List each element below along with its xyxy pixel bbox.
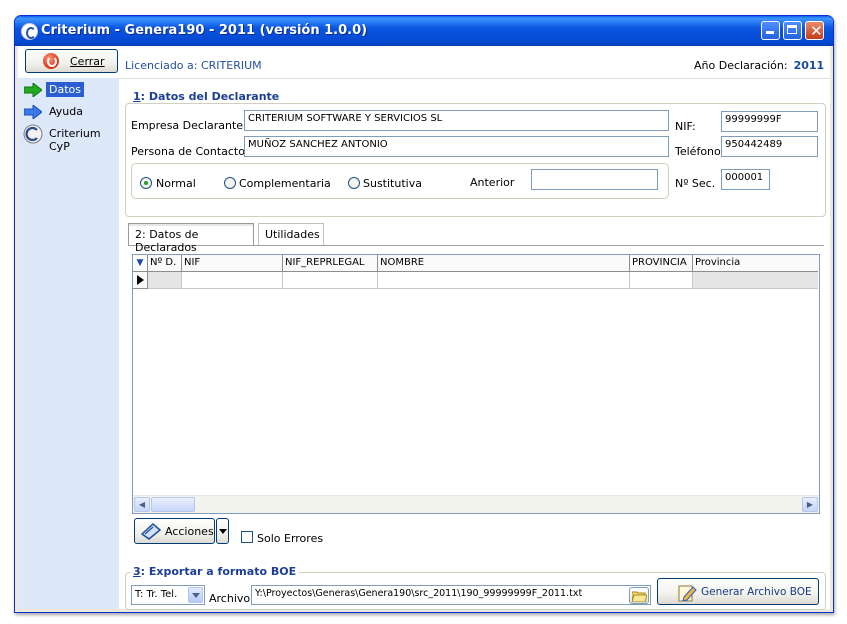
anterior-field[interactable] xyxy=(531,169,658,190)
solo-errores-label: Solo Errores xyxy=(257,532,324,545)
scroll-right-button[interactable]: ▶ xyxy=(802,497,818,512)
solo-errores-checkbox[interactable] xyxy=(241,531,253,543)
nif-field[interactable]: 99999999F xyxy=(721,111,818,132)
grid-header-nif-reprlegal[interactable]: NIF_REPRLEGAL xyxy=(283,255,378,272)
radio-normal[interactable] xyxy=(140,177,152,189)
sidebar-item-datos[interactable]: Datos xyxy=(18,80,119,100)
cerrar-button[interactable]: Cerrar xyxy=(25,49,118,73)
blue-arrow-icon xyxy=(24,105,42,119)
radio-sustitutiva-label: Sustitutiva xyxy=(363,177,422,190)
close-icon: ✕ xyxy=(810,22,823,40)
grid-header-nd[interactable]: Nº D. xyxy=(148,255,182,272)
grid-header-nif[interactable]: NIF xyxy=(182,255,283,272)
grid-header-nombre[interactable]: NOMBRE xyxy=(378,255,630,272)
grid-cell[interactable] xyxy=(630,272,693,289)
maximize-icon xyxy=(787,25,797,34)
cerrar-label: Cerrar xyxy=(70,55,105,68)
declarante-group-title: 1: Datos del Declarante xyxy=(130,90,283,103)
sidebar-item-ayuda[interactable]: Ayuda xyxy=(18,102,119,122)
app-icon[interactable] xyxy=(21,23,38,40)
export-type-value: T: Tr. Tel. xyxy=(135,589,178,600)
green-arrow-icon xyxy=(24,83,42,97)
acciones-label: Acciones xyxy=(165,525,214,538)
chevron-down-icon xyxy=(219,529,227,534)
telefono-label: Teléfono: xyxy=(675,145,725,158)
radio-normal-label: Normal xyxy=(156,177,196,190)
scroll-left-button[interactable]: ◀ xyxy=(134,497,150,512)
grid-header-provincia-code[interactable]: PROVINCIA xyxy=(630,255,693,272)
empresa-field[interactable]: CRITERIUM SOFTWARE Y SERVICIOS SL xyxy=(244,110,669,131)
generar-boe-label: Generar Archivo BOE xyxy=(701,586,812,598)
folder-icon xyxy=(632,591,647,602)
contacto-label: Persona de Contacto xyxy=(131,145,245,158)
nsec-field[interactable]: 000001 xyxy=(721,169,770,190)
year-label: Año Declaración: xyxy=(694,59,788,72)
chevron-down-icon[interactable] xyxy=(188,587,203,603)
acciones-dropdown-button[interactable] xyxy=(216,518,229,544)
tab-divider xyxy=(128,245,824,246)
minimize-button[interactable] xyxy=(761,21,780,40)
power-icon xyxy=(43,53,59,69)
sidebar-item-label: Datos xyxy=(46,82,84,97)
export-group-title: 3: Exportar a formato BOE xyxy=(130,565,300,578)
contacto-field[interactable]: MUÑOZ SANCHEZ ANTONIO xyxy=(244,136,669,157)
row-pointer-icon xyxy=(137,275,144,285)
declarados-grid[interactable]: ▼ Nº D. NIF NIF_REPRLEGAL NOMBRE PROVINC… xyxy=(132,254,820,514)
acciones-icon xyxy=(140,522,162,540)
browse-folder-button[interactable] xyxy=(629,587,649,604)
declarante-group-title-text: : Datos del Declarante xyxy=(140,90,280,103)
grid-filter-icon[interactable]: ▼ xyxy=(133,255,148,272)
year-indicator: Año Declaración: 2011 xyxy=(694,59,824,72)
export-group-number: 3 xyxy=(133,565,141,578)
grid-cell[interactable] xyxy=(148,272,182,289)
criterium-cyp-logo-icon xyxy=(23,124,43,144)
year-value: 2011 xyxy=(793,59,825,72)
tab-datos-declarados[interactable]: 2: Datos de Declarados xyxy=(128,223,254,254)
radio-sustitutiva[interactable] xyxy=(348,177,360,189)
grid-cell[interactable] xyxy=(283,272,378,289)
maximize-button[interactable] xyxy=(783,21,802,40)
grid-header-provincia[interactable]: Provincia xyxy=(693,255,818,272)
radio-complementaria-label: Complementaria xyxy=(239,177,331,190)
title-bar[interactable]: Criterium - Genera190 - 2011 (versión 1.… xyxy=(15,16,833,46)
window-title: Criterium - Genera190 - 2011 (versión 1.… xyxy=(41,23,368,38)
export-type-select[interactable]: T: Tr. Tel. xyxy=(131,585,205,605)
sidebar-item-criterium-cyp[interactable]: Criterium CyP xyxy=(18,124,119,153)
archivo-label: Archivo xyxy=(209,592,251,605)
minimize-icon xyxy=(766,31,774,34)
top-toolbar: Cerrar Licenciado a: CRITERIUM Año Decla… xyxy=(18,46,830,79)
close-window-button[interactable]: ✕ xyxy=(805,21,824,40)
sidebar-item-label: Criterium CyP xyxy=(49,127,101,153)
sidebar: Datos Ayuda Criterium CyP xyxy=(18,78,119,609)
archivo-field[interactable]: Y:\Proyectos\Generas\Genera190\src_2011\… xyxy=(251,585,651,605)
client-area: Cerrar Licenciado a: CRITERIUM Año Decla… xyxy=(18,46,830,610)
grid-cell[interactable] xyxy=(182,272,283,289)
nsec-label: Nº Sec. xyxy=(675,177,716,190)
edit-document-icon xyxy=(678,585,697,602)
empresa-label: Empresa Declarante: xyxy=(131,119,247,132)
export-group-title-text: : Exportar a formato BOE xyxy=(140,565,297,578)
radio-complementaria[interactable] xyxy=(224,177,236,189)
main-window: Criterium - Genera190 - 2011 (versión 1.… xyxy=(14,15,834,613)
grid-horizontal-scrollbar[interactable]: ◀ ▶ xyxy=(133,495,819,513)
nif-label: NIF: xyxy=(675,120,696,133)
tab-utilidades[interactable]: Utilidades xyxy=(258,223,324,245)
sidebar-item-label: Ayuda xyxy=(49,105,83,118)
grid-cell[interactable] xyxy=(378,272,630,289)
grid-cell[interactable] xyxy=(693,272,818,289)
generar-boe-button[interactable]: Generar Archivo BOE xyxy=(657,578,819,605)
scroll-thumb[interactable] xyxy=(151,497,195,512)
anterior-label: Anterior xyxy=(470,176,515,189)
grid-row-selector[interactable] xyxy=(133,272,148,289)
declarante-group-number: 1 xyxy=(133,90,141,103)
licensee-text: Licenciado a: CRITERIUM xyxy=(125,59,262,72)
telefono-field[interactable]: 950442489 xyxy=(721,136,818,157)
acciones-button[interactable]: Acciones xyxy=(134,518,215,544)
